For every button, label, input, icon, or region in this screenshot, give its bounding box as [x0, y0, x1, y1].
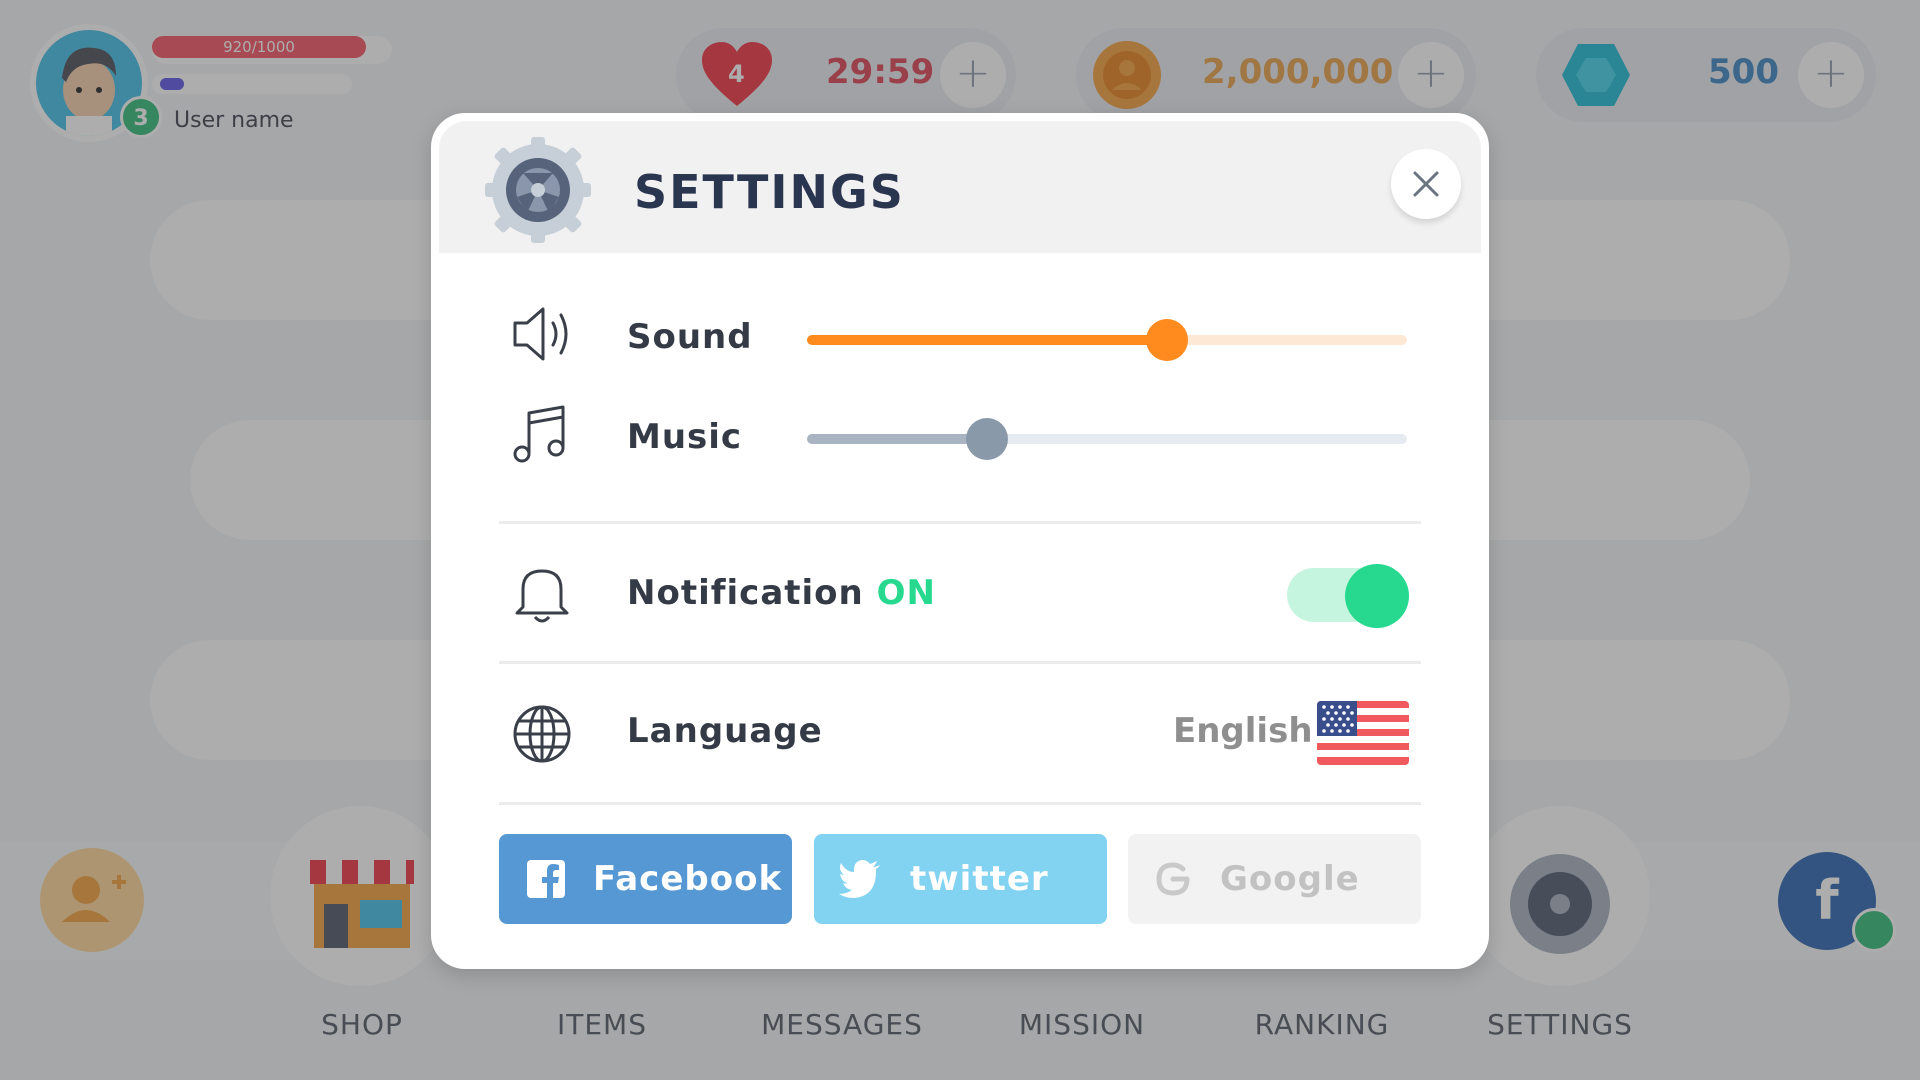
close-button[interactable]: [1391, 149, 1461, 219]
music-note-icon: [513, 405, 565, 463]
globe-icon: [513, 705, 571, 763]
music-label: Music: [627, 417, 743, 457]
music-slider-fill: [807, 434, 987, 444]
facebook-login-button[interactable]: Facebook: [499, 834, 792, 924]
sound-label: Sound: [627, 317, 753, 357]
twitter-icon: [839, 860, 880, 898]
twitter-label: twitter: [910, 859, 1049, 899]
speaker-icon: [513, 307, 568, 361]
settings-title: SETTINGS: [634, 165, 905, 219]
twitter-login-button[interactable]: twitter: [814, 834, 1107, 924]
notification-label: Notification ON: [627, 573, 936, 613]
gear-icon: [485, 137, 591, 243]
language-value[interactable]: English: [1173, 711, 1313, 751]
settings-dialog: SETTINGS Sound Music Notification ON Lan…: [431, 113, 1489, 969]
settings-header: SETTINGS: [439, 121, 1481, 253]
sound-slider-fill: [807, 335, 1167, 345]
divider: [499, 661, 1421, 664]
music-slider[interactable]: [807, 418, 1407, 460]
notification-state: ON: [876, 573, 936, 613]
notification-toggle[interactable]: [1287, 564, 1409, 628]
language-label: Language: [627, 711, 823, 751]
sound-slider[interactable]: [807, 319, 1407, 361]
sound-slider-handle[interactable]: [1146, 319, 1188, 361]
us-flag-icon[interactable]: [1317, 701, 1409, 765]
facebook-icon: [527, 860, 565, 898]
google-login-button[interactable]: Google: [1128, 834, 1421, 924]
notification-text: Notification: [627, 573, 864, 613]
divider: [499, 802, 1421, 805]
music-slider-handle[interactable]: [966, 418, 1008, 460]
facebook-label: Facebook: [593, 859, 783, 899]
google-icon: [1156, 862, 1190, 896]
close-icon: [1413, 171, 1439, 197]
divider: [499, 521, 1421, 524]
bell-icon: [515, 569, 569, 623]
google-label: Google: [1220, 859, 1360, 899]
toggle-knob: [1345, 564, 1409, 628]
